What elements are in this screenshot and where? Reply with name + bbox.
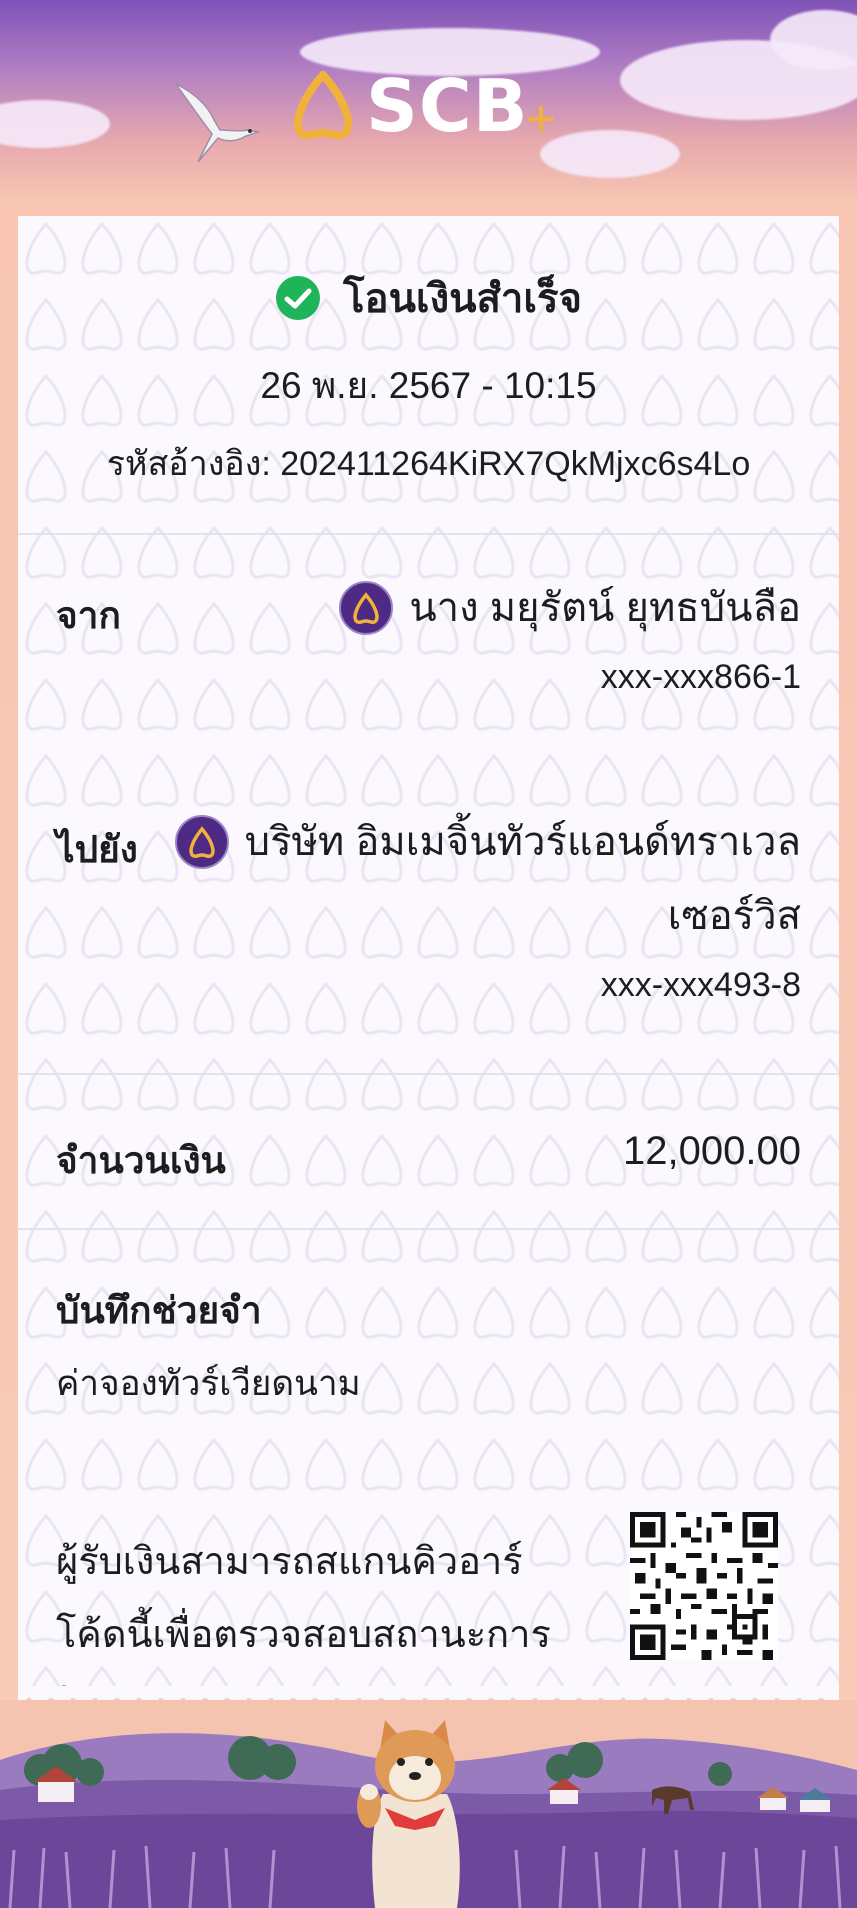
bird-illustration <box>175 83 261 163</box>
qr-code-icon[interactable] <box>630 1512 778 1660</box>
recipient-name-line1: บริษัท อิมเมจิ้นทัวร์แอนด์ทราเวล <box>244 820 801 864</box>
memo-text: ค่าจองทัวร์เวียดนาม <box>56 1364 361 1403</box>
header-banner: SCB <box>0 0 857 215</box>
to-label: ไปยัง <box>56 829 138 870</box>
reference-label: รหัสอ้างอิง: <box>106 445 271 483</box>
divider <box>18 1073 839 1075</box>
recipient-account: xxx-xxx493-8 <box>600 966 801 1004</box>
qr-note-line1: ผู้รับเงินสามารถสแกนคิวอาร์ <box>56 1541 523 1583</box>
qr-note: ผู้รับเงินสามารถสแกนคิวอาร์ โค้ดนี้เพื่อ… <box>56 1526 596 1698</box>
status-text: โอนเงินสำเร็จ <box>343 277 582 321</box>
sender-account: xxx-xxx866-1 <box>600 658 801 696</box>
memo-label: บันทึกช่วยจำ <box>56 1290 262 1331</box>
amount-label: จำนวนเงิน <box>56 1140 226 1181</box>
qr-note-line2: โค้ดนี้เพื่อตรวจสอบสถานะการ <box>56 1614 551 1656</box>
plus-icon <box>528 106 554 132</box>
scb-logo-icon <box>293 71 353 140</box>
scb-logo: SCB <box>290 64 554 148</box>
status-row: โอนเงินสำเร็จ <box>18 266 839 330</box>
divider <box>18 1228 839 1230</box>
amount-value: 12,000.00 <box>623 1129 801 1173</box>
shiba-dog-mascot <box>357 1720 460 1908</box>
recipient-name-line2: เซอร์วิส <box>667 894 801 938</box>
from-label: จาก <box>56 595 121 636</box>
transaction-datetime: 26 พ.ย. 2567 - 10:15 <box>260 365 597 406</box>
reference-line: รหัสอ้างอิง: 202411264KiRX7QkMjxc6s4Lo <box>18 436 839 490</box>
sender-name: นาง มยุรัตน์ ยุทธบันลือ <box>409 586 801 630</box>
reference-value: 202411264KiRX7QkMjxc6s4Lo <box>280 445 751 483</box>
transfer-slip: โอนเงินสำเร็จ 26 พ.ย. 2567 - 10:15 รหัสอ… <box>18 216 839 1698</box>
scb-bank-icon <box>339 581 394 635</box>
to-block: บริษัท อิมเมจิ้นทัวร์แอนด์ทราเวล เซอร์วิ… <box>174 814 801 1005</box>
cloud-decoration <box>0 100 110 148</box>
scb-bank-icon <box>174 815 229 869</box>
cloud-decoration <box>540 130 680 178</box>
check-circle-icon <box>276 276 321 320</box>
logo-text: SCB <box>366 64 529 148</box>
divider <box>18 533 839 535</box>
from-block: นาง มยุรัตน์ ยุทธบันลือ xxx-xxx866-1 <box>339 580 801 697</box>
